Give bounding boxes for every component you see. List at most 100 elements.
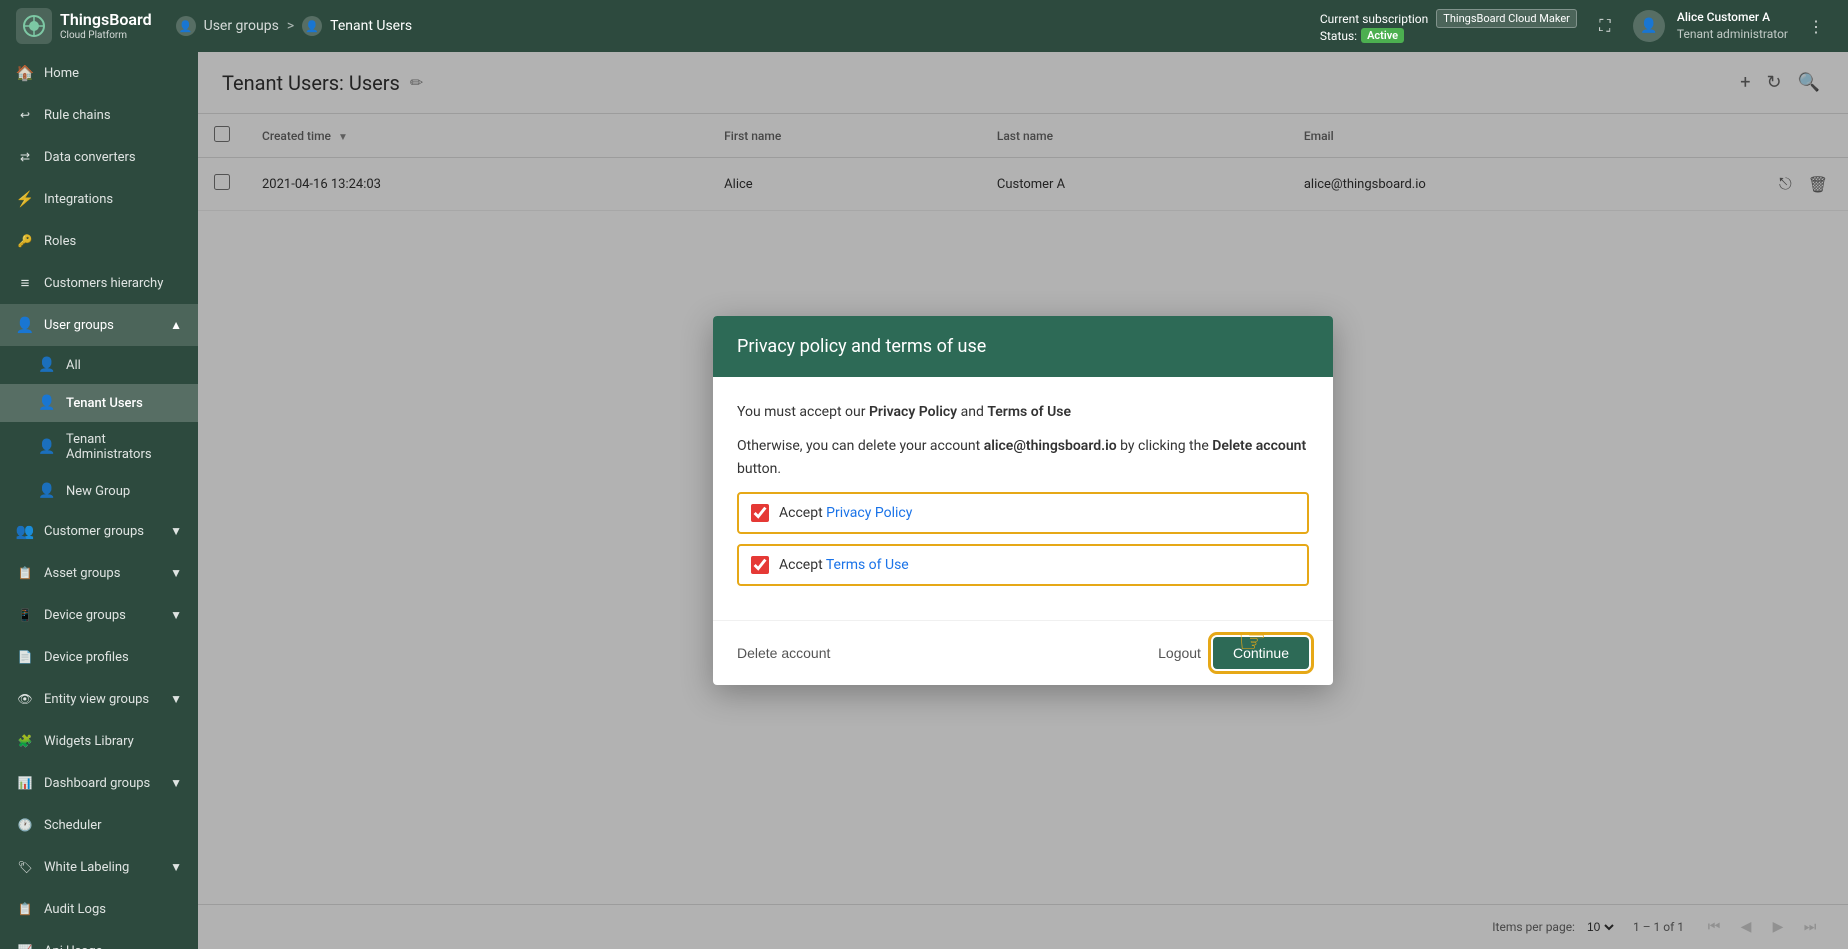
sidebar-item-dashboard-groups[interactable]: 📊 Dashboard groups ▼ (0, 762, 198, 804)
sidebar-item-device-groups[interactable]: 📱 Device groups ▼ (0, 594, 198, 636)
terms-of-use-link[interactable]: Terms of Use (826, 557, 909, 573)
breadcrumb-item2: Tenant Users (330, 18, 412, 34)
tenant-administrators-icon: 👤 (38, 438, 56, 456)
data-converters-icon: ⇄ (16, 148, 34, 166)
sidebar-item-api-usage[interactable]: 📈 Api Usage (0, 930, 198, 949)
logo-sub: Cloud Platform (60, 30, 152, 42)
chevron-down-icon: ▼ (170, 608, 182, 622)
chevron-down-icon: ▼ (170, 776, 182, 790)
breadcrumb: 👤 User groups > 👤 Tenant Users (176, 16, 1320, 36)
privacy-policy-checkbox-label: Accept Privacy Policy (779, 505, 912, 521)
breadcrumb-item1[interactable]: User groups (204, 18, 279, 34)
modal-header: Privacy policy and terms of use (713, 316, 1333, 377)
modal-footer: Delete account Logout Continue (713, 620, 1333, 685)
avatar: 👤 (1633, 10, 1665, 42)
main-content: Tenant Users: Users ✏ + ↻ 🔍 Created (198, 52, 1848, 949)
chevron-down-icon: ▼ (170, 524, 182, 538)
sidebar-item-widgets-library[interactable]: 🧩 Widgets Library (0, 720, 198, 762)
logout-button[interactable]: Logout (1158, 645, 1201, 661)
sidebar-item-label: Api Usage (44, 944, 103, 949)
sidebar-sub-item-all[interactable]: 👤 All (0, 346, 198, 384)
sidebar-item-rule-chains[interactable]: ↩ Rule chains (0, 94, 198, 136)
roles-icon: 🔑 (16, 232, 34, 250)
sidebar-item-label: Integrations (44, 192, 113, 207)
status-badge: Active (1361, 28, 1404, 43)
audit-logs-icon: 📋 (16, 900, 34, 918)
terms-of-use-checkbox-label: Accept Terms of Use (779, 557, 909, 573)
breadcrumb-separator: > (287, 18, 294, 34)
widgets-library-icon: 🧩 (16, 732, 34, 750)
sidebar-item-audit-logs[interactable]: 📋 Audit Logs (0, 888, 198, 930)
modal-overlay: Privacy policy and terms of use You must… (198, 52, 1848, 949)
sidebar-sub-item-tenant-administrators[interactable]: 👤 Tenant Administrators (0, 422, 198, 472)
chevron-down-icon: ▼ (170, 860, 182, 874)
sidebar-item-home[interactable]: 🏠 Home (0, 52, 198, 94)
subscription-label: Current subscription (1320, 12, 1428, 26)
sidebar-item-label: Dashboard groups (44, 776, 150, 791)
sidebar-item-white-labeling[interactable]: 🏷 White Labeling ▼ (0, 846, 198, 888)
terms-of-use-checkbox[interactable] (751, 556, 769, 574)
fullscreen-button[interactable]: ⛶ (1589, 10, 1621, 42)
sidebar-item-roles[interactable]: 🔑 Roles (0, 220, 198, 262)
device-profiles-icon: 📄 (16, 648, 34, 666)
sidebar-item-customer-groups[interactable]: 👥 Customer groups ▼ (0, 510, 198, 552)
sidebar-sub-item-new-group[interactable]: 👤 New Group (0, 472, 198, 510)
user-role: Tenant administrator (1677, 26, 1788, 43)
sidebar-item-label: Roles (44, 234, 76, 249)
integrations-icon: ⚡ (16, 190, 34, 208)
modal-paragraph1: You must accept our Privacy Policy and T… (737, 401, 1309, 423)
sidebar-item-user-groups[interactable]: 👤 User groups ▲ (0, 304, 198, 346)
terms-of-use-checkbox-row: Accept Terms of Use (737, 544, 1309, 586)
entity-view-groups-icon: 👁 (16, 690, 34, 708)
modal-right-buttons: Logout Continue (1158, 637, 1309, 669)
sidebar-item-integrations[interactable]: ⚡ Integrations (0, 178, 198, 220)
logo-icon (16, 8, 52, 44)
sidebar-item-data-converters[interactable]: ⇄ Data converters (0, 136, 198, 178)
modal-title: Privacy policy and terms of use (737, 336, 1309, 357)
sidebar-item-label: Entity view groups (44, 692, 149, 707)
privacy-policy-link[interactable]: Privacy Policy (826, 505, 912, 521)
sidebar-sub-item-tenant-users[interactable]: 👤 Tenant Users (0, 384, 198, 422)
status-label: Status: (1320, 29, 1357, 43)
user-groups-icon: 👤 (16, 316, 34, 334)
sidebar-item-device-profiles[interactable]: 📄 Device profiles (0, 636, 198, 678)
header-right: Current subscription ThingsBoard Cloud M… (1320, 9, 1832, 43)
api-usage-icon: 📈 (16, 942, 34, 949)
device-groups-icon: 📱 (16, 606, 34, 624)
sidebar: 🏠 Home ↩ Rule chains ⇄ Data converters ⚡… (0, 52, 198, 949)
privacy-policy-checkbox-row: Accept Privacy Policy (737, 492, 1309, 534)
modal-privacy-policy: Privacy policy and terms of use You must… (713, 316, 1333, 685)
dashboard-groups-icon: 📊 (16, 774, 34, 792)
asset-groups-icon: 📋 (16, 564, 34, 582)
sidebar-item-label: Device groups (44, 608, 126, 623)
sidebar-item-scheduler[interactable]: 🕐 Scheduler (0, 804, 198, 846)
customer-groups-icon: 👥 (16, 522, 34, 540)
delete-account-button[interactable]: Delete account (737, 645, 830, 661)
sidebar-item-label: Asset groups (44, 566, 120, 581)
scheduler-icon: 🕐 (16, 816, 34, 834)
logo: ThingsBoard Cloud Platform (16, 8, 152, 44)
privacy-policy-checkbox[interactable] (751, 504, 769, 522)
sidebar-item-label: Home (44, 66, 79, 81)
logo-main: ThingsBoard (60, 10, 152, 29)
chevron-down-icon: ▼ (170, 692, 182, 706)
sidebar-item-label: Customer groups (44, 524, 144, 539)
subscription-info: Current subscription ThingsBoard Cloud M… (1320, 9, 1577, 43)
tenant-users-bc-icon: 👤 (302, 16, 322, 36)
sidebar-item-label: White Labeling (44, 860, 129, 875)
sidebar-item-entity-view-groups[interactable]: 👁 Entity view groups ▼ (0, 678, 198, 720)
subscription-badge: ThingsBoard Cloud Maker (1436, 9, 1577, 28)
home-icon: 🏠 (16, 64, 34, 82)
sidebar-item-label: Audit Logs (44, 902, 106, 917)
sidebar-sub-item-label: New Group (66, 484, 130, 499)
sidebar-item-label: Rule chains (44, 108, 111, 123)
continue-button[interactable]: Continue (1213, 637, 1309, 669)
more-menu-button[interactable]: ⋮ (1800, 10, 1832, 42)
sidebar-item-label: Customers hierarchy (44, 276, 163, 291)
chevron-down-icon: ▼ (170, 566, 182, 580)
sidebar-item-label: User groups (44, 318, 114, 333)
sidebar-item-customers-hierarchy[interactable]: ≡ Customers hierarchy (0, 262, 198, 304)
sidebar-item-asset-groups[interactable]: 📋 Asset groups ▼ (0, 552, 198, 594)
all-icon: 👤 (38, 356, 56, 374)
sidebar-item-label: Data converters (44, 150, 136, 165)
